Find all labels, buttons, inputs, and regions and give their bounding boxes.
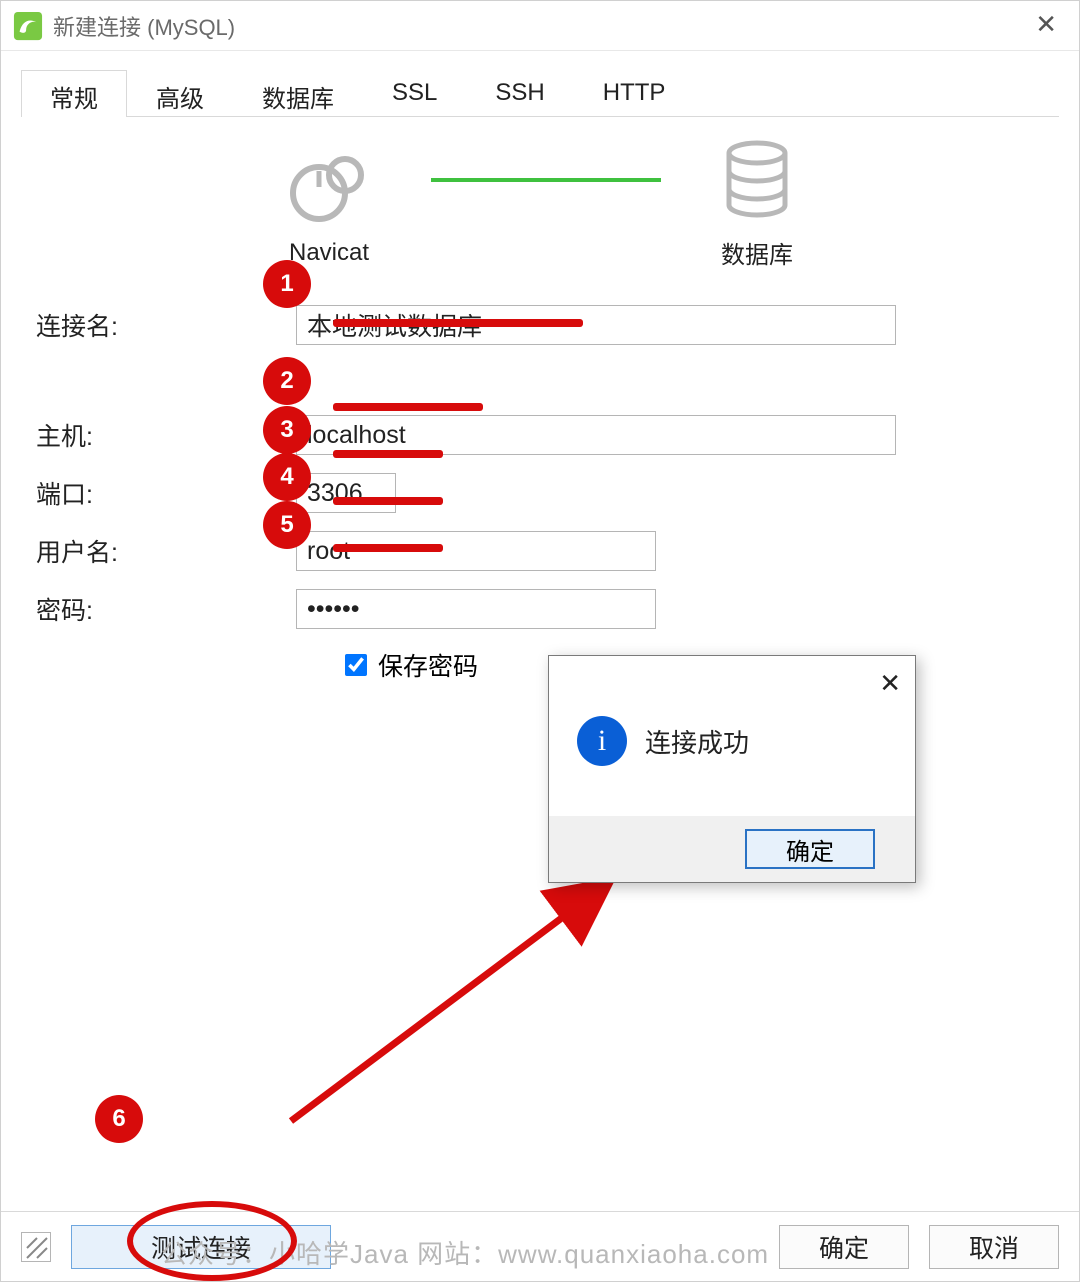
window-title: 新建连接 (MySQL) bbox=[53, 10, 235, 42]
form: 连接名: 主机: 端口: 用户名: 密码: 保存密码 bbox=[36, 305, 1044, 683]
host-label: 主机: bbox=[36, 417, 296, 453]
annotation-arrow bbox=[281, 861, 641, 1141]
titlebar: 新建连接 (MySQL) ✕ bbox=[1, 1, 1079, 51]
tab-ssh[interactable]: SSH bbox=[466, 70, 573, 117]
tab-strip: 常规 高级 数据库 SSL SSH HTTP bbox=[21, 69, 1059, 117]
port-input[interactable] bbox=[296, 473, 396, 513]
tab-advanced[interactable]: 高级 bbox=[127, 70, 233, 117]
diagram-db-label: 数据库 bbox=[721, 235, 793, 270]
annotation-badge-5: 5 bbox=[263, 501, 311, 549]
close-icon[interactable]: ✕ bbox=[1035, 11, 1057, 37]
annotation-badge-6: 6 bbox=[95, 1095, 143, 1143]
popup-close-icon[interactable]: ✕ bbox=[879, 668, 901, 699]
row-port: 端口: bbox=[36, 473, 1044, 513]
user-label: 用户名: bbox=[36, 533, 296, 569]
dialog-window: 新建连接 (MySQL) ✕ 常规 高级 数据库 SSL SSH HTTP Na… bbox=[0, 0, 1080, 1282]
diagram-navicat-label: Navicat bbox=[289, 239, 369, 267]
tab-general[interactable]: 常规 bbox=[21, 70, 127, 117]
annotation-badge-3: 3 bbox=[263, 406, 311, 454]
success-popup: ✕ i 连接成功 确定 bbox=[548, 655, 916, 883]
connection-diagram: Navicat 数据库 bbox=[1, 139, 1079, 270]
port-label: 端口: bbox=[36, 475, 296, 511]
popup-body: i 连接成功 bbox=[549, 656, 915, 766]
annotation-underline-5 bbox=[333, 544, 443, 552]
annotation-underline-3 bbox=[333, 450, 443, 458]
save-password-checkbox[interactable] bbox=[345, 654, 367, 676]
save-password-label: 保存密码 bbox=[378, 647, 478, 683]
annotation-badge-4: 4 bbox=[263, 453, 311, 501]
row-user: 用户名: bbox=[36, 531, 1044, 571]
diagram-connector bbox=[431, 178, 661, 182]
navicat-icon bbox=[287, 143, 371, 227]
cancel-button[interactable]: 取消 bbox=[929, 1225, 1059, 1269]
annotation-underline-1 bbox=[333, 319, 583, 327]
annotation-badge-2: 2 bbox=[263, 357, 311, 405]
annotation-ellipse-6 bbox=[127, 1201, 297, 1281]
tab-http[interactable]: HTTP bbox=[574, 70, 695, 117]
password-label: 密码: bbox=[36, 591, 296, 627]
tab-ssl[interactable]: SSL bbox=[363, 70, 466, 117]
info-icon: i bbox=[577, 716, 627, 766]
row-password: 密码: bbox=[36, 589, 1044, 629]
connection-name-label: 连接名: bbox=[36, 307, 296, 343]
database-icon bbox=[722, 139, 792, 223]
annotation-underline-4 bbox=[333, 497, 443, 505]
popup-message: 连接成功 bbox=[645, 723, 749, 760]
popup-ok-button[interactable]: 确定 bbox=[745, 829, 875, 869]
popup-footer: 确定 bbox=[549, 816, 915, 882]
corner-grip-icon[interactable] bbox=[21, 1232, 51, 1262]
annotation-badge-1: 1 bbox=[263, 260, 311, 308]
navicat-app-icon bbox=[13, 11, 43, 41]
diagram-navicat-node: Navicat bbox=[287, 143, 371, 267]
tab-database[interactable]: 数据库 bbox=[233, 70, 363, 117]
ok-button[interactable]: 确定 bbox=[779, 1225, 909, 1269]
diagram-db-node: 数据库 bbox=[721, 139, 793, 270]
password-input[interactable] bbox=[296, 589, 656, 629]
annotation-underline-2 bbox=[333, 403, 483, 411]
host-input[interactable] bbox=[296, 415, 896, 455]
row-host: 主机: bbox=[36, 415, 1044, 455]
